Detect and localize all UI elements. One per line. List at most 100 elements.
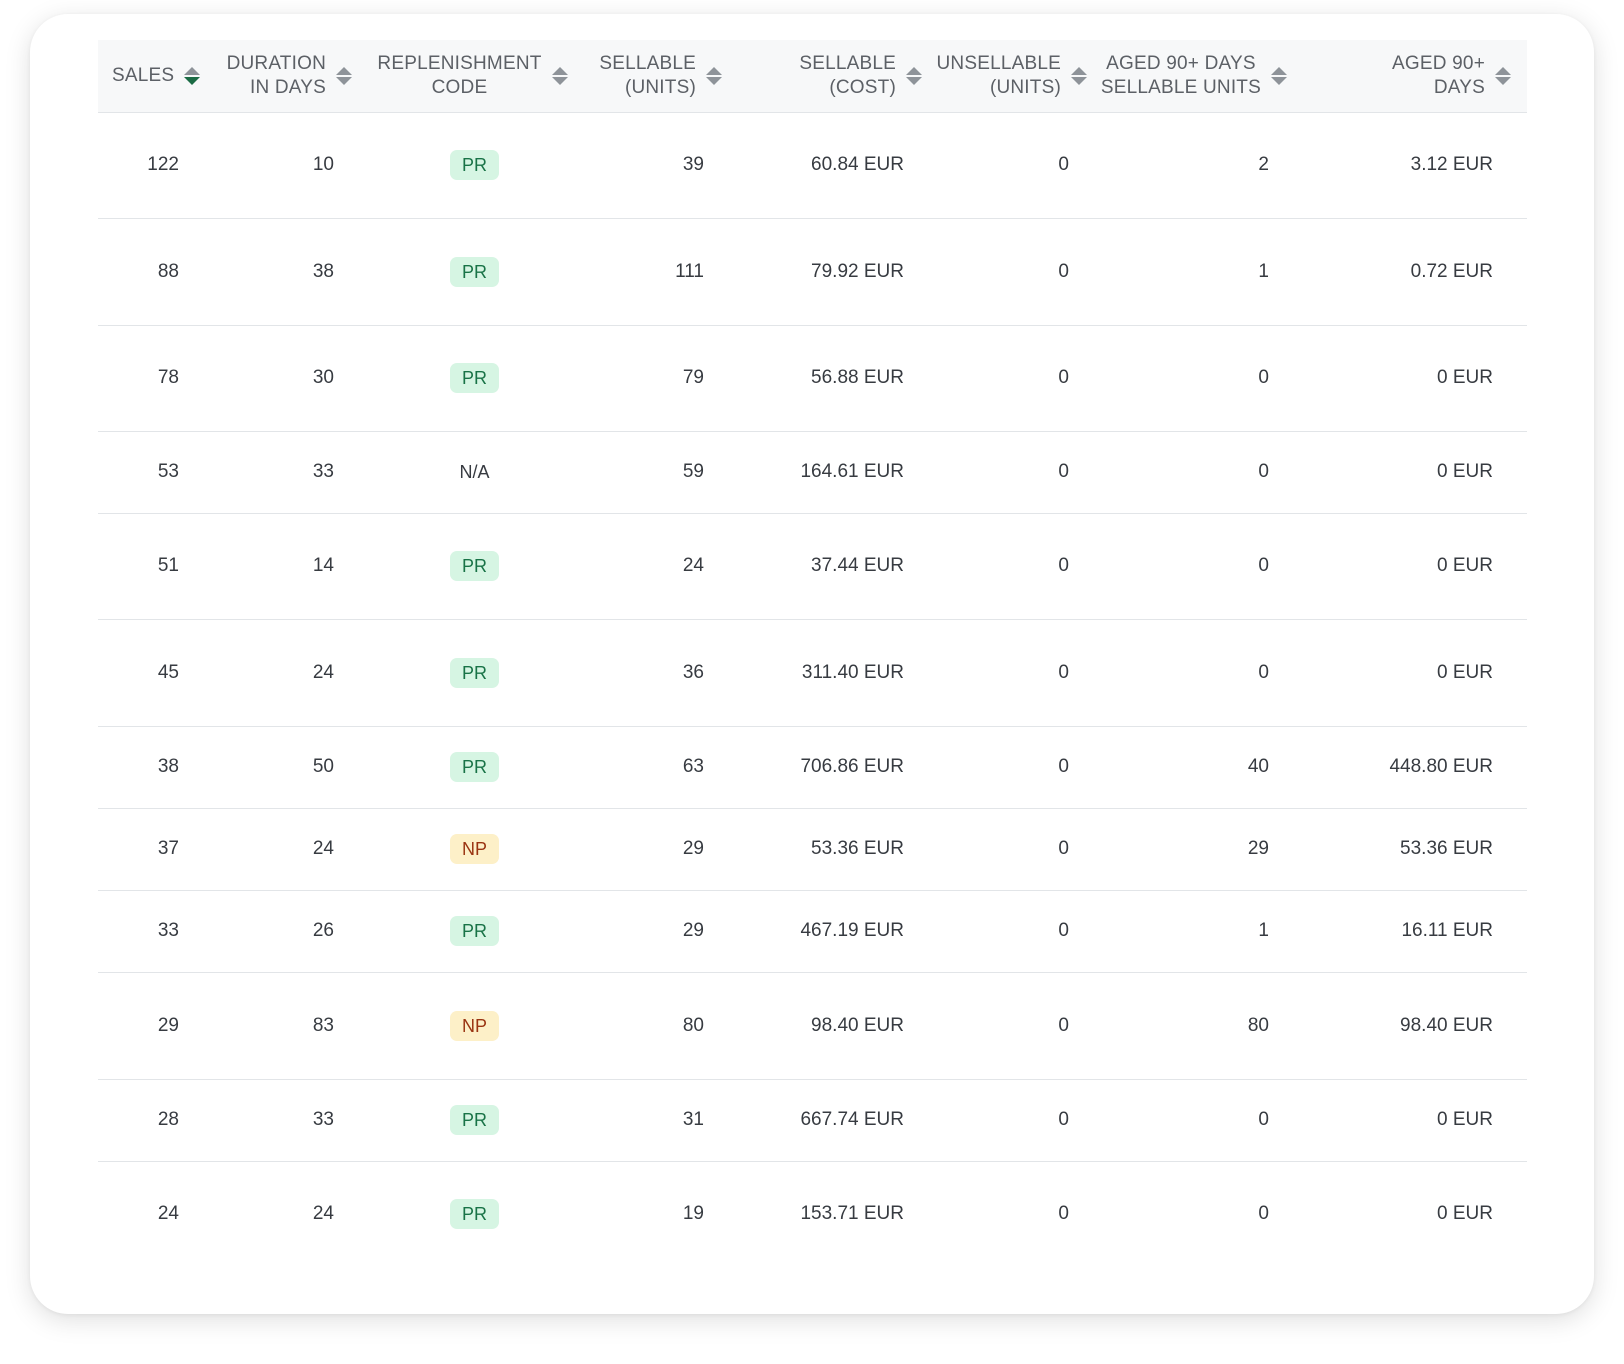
cell-sellable-units: 31 bbox=[593, 1079, 738, 1162]
column-header-sellable-cost[interactable]: SELLABLE (COST) bbox=[738, 40, 938, 113]
cell-duration: 26 bbox=[213, 890, 368, 973]
cell-aged-units: 0 bbox=[1103, 619, 1303, 727]
cell-aged-cost: 0 EUR bbox=[1303, 431, 1527, 514]
cell-aged-cost: 16.11 EUR bbox=[1303, 890, 1527, 973]
column-header-unsellable-units[interactable]: UNSELLABLE (UNITS) bbox=[936, 40, 1103, 113]
cell-aged-units: 0 bbox=[1258, 1203, 1269, 1225]
cell-sales: 45 bbox=[98, 619, 213, 727]
cell-sales: 88 bbox=[98, 218, 213, 326]
cell-sellable-cost: 37.44 EUR bbox=[738, 513, 938, 620]
cell-duration: 24 bbox=[213, 619, 368, 727]
cell-sellable-cost: 153.71 EUR bbox=[800, 1203, 904, 1225]
replenishment-badge: PR bbox=[449, 916, 499, 946]
column-header-duration[interactable]: DURATION IN DAYS bbox=[213, 40, 368, 113]
column-header-sellable-units[interactable]: SELLABLE (UNITS) bbox=[593, 40, 738, 113]
table-row[interactable]: 24 24 PR 19 153.71 EUR 0 0 0 EUR bbox=[98, 1161, 1527, 1267]
cell-aged-units: 0 bbox=[1103, 1079, 1303, 1162]
cell-aged-units: 1 bbox=[1103, 218, 1303, 326]
cell-sellable-units: 36 bbox=[593, 619, 738, 727]
cell-aged-units: 0 bbox=[1103, 513, 1303, 620]
cell-aged-cost: 53.36 EUR bbox=[1303, 808, 1527, 891]
cell-replenishment-code: PR bbox=[368, 513, 593, 620]
column-header-label: SELLABLE (UNITS) bbox=[599, 52, 696, 98]
cell-aged-cost: 98.40 EUR bbox=[1303, 972, 1527, 1080]
cell-sellable-cost: 706.86 EUR bbox=[738, 726, 938, 809]
cell-sellable-cost: 467.19 EUR bbox=[738, 890, 938, 973]
column-header-label: AGED 90+ DAYS bbox=[1392, 52, 1485, 98]
cell-unsellable-units: 0 bbox=[938, 808, 1103, 891]
cell-replenishment-code: NP bbox=[368, 808, 593, 891]
cell-sellable-units: 24 bbox=[593, 513, 738, 620]
cell-sales: 24 bbox=[157, 1203, 179, 1225]
sort-icon[interactable] bbox=[551, 66, 568, 85]
sort-icon[interactable] bbox=[1271, 66, 1287, 85]
table-row[interactable]: 45 24 PR 36 311.40 EUR 0 0 0 EUR bbox=[98, 619, 1527, 727]
cell-sellable-units: 63 bbox=[593, 726, 738, 809]
replenishment-badge: PR bbox=[449, 256, 499, 287]
cell-sales: 78 bbox=[98, 325, 213, 432]
cell-sellable-cost: 79.92 EUR bbox=[738, 218, 938, 326]
cell-unsellable-units: 0 bbox=[938, 726, 1103, 809]
cell-aged-cost: 0 EUR bbox=[1437, 1203, 1493, 1225]
cell-duration: 50 bbox=[213, 726, 368, 809]
inventory-table: SALES DURATION IN DAYS REPLENISHMENT CODE bbox=[98, 40, 1527, 1267]
cell-sellable-units: 29 bbox=[593, 890, 738, 973]
cell-sales: 38 bbox=[98, 726, 213, 809]
column-header-replenishment-code[interactable]: REPLENISHMENT CODE bbox=[368, 40, 593, 113]
cell-duration: 33 bbox=[213, 1079, 368, 1162]
replenishment-badge: PR bbox=[449, 1199, 499, 1230]
sort-icon[interactable] bbox=[706, 66, 722, 85]
cell-unsellable-units: 0 bbox=[938, 972, 1103, 1080]
column-header-sales[interactable]: SALES bbox=[98, 40, 213, 113]
replenishment-badge: PR bbox=[449, 657, 499, 688]
table-row[interactable]: 78 30 PR 79 56.88 EUR 0 0 0 EUR bbox=[98, 325, 1527, 432]
sort-icon[interactable] bbox=[336, 66, 352, 85]
table-row[interactable]: 38 50 PR 63 706.86 EUR 0 40 448.80 EUR bbox=[98, 726, 1527, 809]
cell-sellable-units: 80 bbox=[593, 972, 738, 1080]
table-card: SALES DURATION IN DAYS REPLENISHMENT CODE bbox=[30, 14, 1594, 1314]
sort-icon[interactable] bbox=[1495, 66, 1511, 85]
cell-aged-units: 80 bbox=[1103, 972, 1303, 1080]
sort-icon[interactable] bbox=[906, 66, 922, 85]
table-row[interactable]: 28 33 PR 31 667.74 EUR 0 0 0 EUR bbox=[98, 1079, 1527, 1162]
cell-replenishment-code: PR bbox=[368, 726, 593, 809]
cell-duration: 38 bbox=[213, 218, 368, 326]
table-row[interactable]: 88 38 PR 111 79.92 EUR 0 1 0.72 EUR bbox=[98, 218, 1527, 326]
cell-aged-units: 1 bbox=[1103, 890, 1303, 973]
cell-replenishment-code: PR bbox=[368, 112, 593, 219]
table-row[interactable]: 29 83 NP 80 98.40 EUR 0 80 98.40 EUR bbox=[98, 972, 1527, 1080]
column-header-aged-sellable-units[interactable]: AGED 90+ DAYS SELLABLE UNITS bbox=[1101, 40, 1303, 113]
cell-unsellable-units: 0 bbox=[938, 218, 1103, 326]
column-header-label: SELLABLE (COST) bbox=[799, 52, 896, 98]
cell-sellable-units: 39 bbox=[593, 112, 738, 219]
cell-aged-cost: 0.72 EUR bbox=[1303, 218, 1527, 326]
cell-replenishment-code: PR bbox=[368, 325, 593, 432]
cell-unsellable-units: 0 bbox=[938, 890, 1103, 973]
table-row[interactable]: 51 14 PR 24 37.44 EUR 0 0 0 EUR bbox=[98, 513, 1527, 620]
cell-unsellable-units: 0 bbox=[938, 513, 1103, 620]
cell-aged-units: 0 bbox=[1103, 325, 1303, 432]
cell-sellable-units: 59 bbox=[593, 431, 738, 514]
cell-aged-units: 0 bbox=[1103, 431, 1303, 514]
column-header-label: DURATION IN DAYS bbox=[226, 52, 326, 98]
cell-unsellable-units: 0 bbox=[1058, 1203, 1069, 1225]
replenishment-badge: NP bbox=[449, 1010, 499, 1041]
table-row[interactable]: 53 33 N/A 59 164.61 EUR 0 0 0 EUR bbox=[98, 431, 1527, 514]
sort-desc-icon[interactable] bbox=[184, 66, 201, 85]
column-header-label: UNSELLABLE (UNITS) bbox=[936, 52, 1061, 98]
replenishment-badge: PR bbox=[449, 150, 499, 180]
column-header-aged-days[interactable]: AGED 90+ DAYS bbox=[1303, 40, 1527, 113]
table-row[interactable]: 122 10 PR 39 60.84 EUR 0 2 3.12 EUR bbox=[98, 112, 1527, 219]
column-header-label: SALES bbox=[112, 64, 175, 86]
cell-replenishment-code: PR bbox=[368, 218, 593, 326]
replenishment-badge: NP bbox=[449, 834, 499, 864]
table-row[interactable]: 33 26 PR 29 467.19 EUR 0 1 16.11 EUR bbox=[98, 890, 1527, 973]
cell-aged-cost: 0 EUR bbox=[1303, 513, 1527, 620]
sort-icon[interactable] bbox=[1071, 66, 1087, 85]
cell-sales: 29 bbox=[98, 972, 213, 1080]
table-row[interactable]: 37 24 NP 29 53.36 EUR 0 29 53.36 EUR bbox=[98, 808, 1527, 891]
cell-unsellable-units: 0 bbox=[938, 112, 1103, 219]
cell-sales: 53 bbox=[98, 431, 213, 514]
cell-sellable-cost: 60.84 EUR bbox=[738, 112, 938, 219]
cell-unsellable-units: 0 bbox=[938, 325, 1103, 432]
